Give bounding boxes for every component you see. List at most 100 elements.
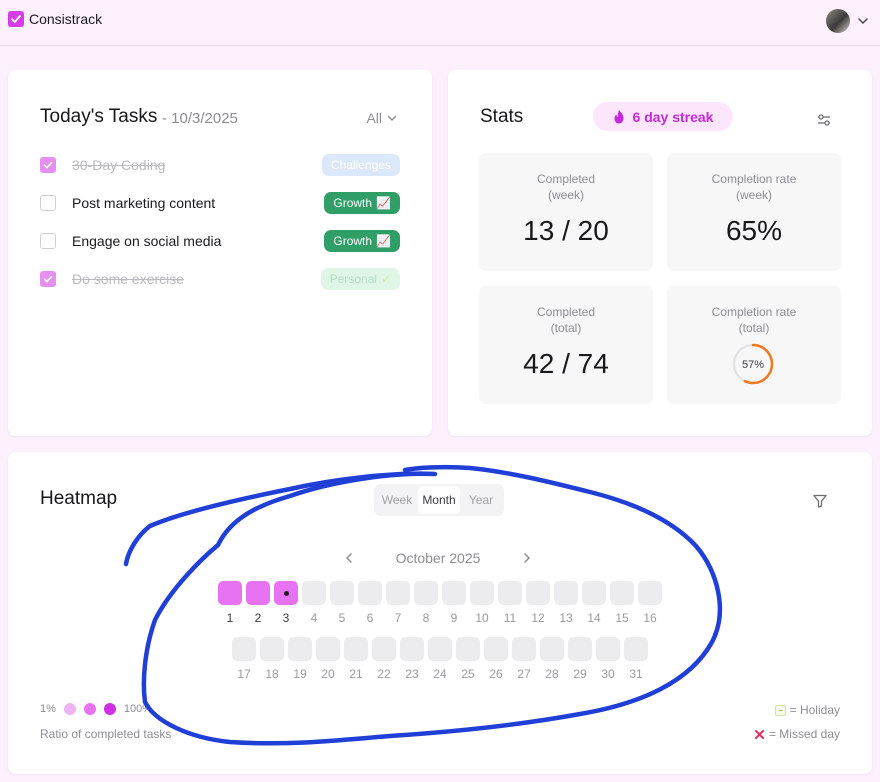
- sliders-icon[interactable]: [816, 112, 832, 128]
- day-cell[interactable]: [358, 581, 382, 605]
- day-cell[interactable]: [456, 637, 480, 661]
- task-label: 30-Day Coding: [72, 157, 166, 173]
- streak-badge: 6 day streak: [593, 102, 733, 131]
- day-cell[interactable]: [260, 637, 284, 661]
- day-cell[interactable]: [582, 581, 606, 605]
- day-cell[interactable]: [302, 581, 326, 605]
- day-cell[interactable]: [484, 637, 508, 661]
- day-cell[interactable]: [274, 581, 298, 605]
- task-checkbox[interactable]: [40, 233, 56, 249]
- task-label: Engage on social media: [72, 233, 222, 249]
- legend-min: 1%: [40, 703, 56, 715]
- chevron-down-icon: [387, 115, 397, 121]
- day-cell[interactable]: [218, 581, 242, 605]
- day-cell[interactable]: [246, 581, 270, 605]
- view-toggle: Week Month Year: [374, 484, 504, 516]
- day-cell[interactable]: [414, 581, 438, 605]
- stat-value: 13 / 20: [523, 215, 609, 246]
- task-tag: Growth 📈: [324, 192, 400, 214]
- day-number: 20: [321, 667, 335, 681]
- day-number: 8: [422, 611, 430, 625]
- holiday-icon: [774, 704, 786, 716]
- view-year-button[interactable]: Year: [460, 486, 502, 514]
- user-menu[interactable]: [826, 9, 870, 33]
- tasks-date: - 10/3/2025: [162, 110, 238, 127]
- stats-title: Stats: [480, 106, 524, 127]
- day-cell[interactable]: [512, 637, 536, 661]
- day-cell[interactable]: [554, 581, 578, 605]
- day-cell[interactable]: [526, 581, 550, 605]
- task-checkbox[interactable]: [40, 157, 56, 173]
- task-tag: Challenges: [321, 154, 400, 176]
- day-cell[interactable]: [428, 637, 452, 661]
- chart-emoji-icon: 📈: [376, 196, 391, 210]
- legend-dot-low: [63, 703, 76, 715]
- checkmark-logo-icon: [8, 11, 24, 27]
- day-cell[interactable]: [568, 637, 592, 661]
- stat-label: Completed (total): [536, 305, 596, 335]
- day-cell[interactable]: [442, 581, 466, 605]
- day-cell[interactable]: [288, 637, 312, 661]
- day-cell[interactable]: [610, 581, 634, 605]
- day-cell[interactable]: [470, 581, 494, 605]
- task-filter-dropdown[interactable]: All: [366, 110, 398, 126]
- stat-completed-week: Completed (week) 13 / 20: [479, 153, 653, 271]
- view-week-button[interactable]: Week: [376, 486, 418, 514]
- stats-card: Stats 6 day streak Completed (week) 13 / …: [448, 70, 872, 436]
- legend-ratio: 1% 100%: [40, 703, 152, 715]
- legend-dot-high: [103, 703, 116, 715]
- stat-completed-total: Completed (total) 42 / 74: [479, 286, 653, 404]
- day-cell[interactable]: [400, 637, 424, 661]
- day-number: 10: [475, 611, 489, 625]
- task-row[interactable]: 30-Day Coding Challenges: [40, 153, 400, 177]
- day-number: 18: [265, 667, 279, 681]
- day-number: 28: [545, 667, 559, 681]
- ring-label: 57%: [742, 359, 764, 371]
- day-number: 25: [461, 667, 475, 681]
- top-bar: Consistrack: [0, 0, 880, 46]
- avatar[interactable]: [826, 9, 850, 33]
- legend-dot-mid: [83, 703, 96, 715]
- day-cell[interactable]: [596, 637, 620, 661]
- chevron-left-icon[interactable]: [342, 551, 356, 565]
- day-number: 4: [310, 611, 318, 625]
- day-number: 7: [394, 611, 402, 625]
- day-cell[interactable]: [624, 637, 648, 661]
- filter-funnel-icon[interactable]: [812, 493, 828, 509]
- today-dot-icon: [283, 590, 289, 596]
- chevron-down-icon[interactable]: [856, 14, 870, 28]
- day-cell[interactable]: [386, 581, 410, 605]
- view-month-button[interactable]: Month: [418, 486, 460, 514]
- task-row[interactable]: Post marketing content Growth 📈: [40, 191, 400, 215]
- month-navigator: October 2025: [342, 548, 534, 568]
- streak-label: 6 day streak: [632, 108, 714, 125]
- day-cell[interactable]: [638, 581, 662, 605]
- day-cell[interactable]: [372, 637, 396, 661]
- day-number: 29: [573, 667, 587, 681]
- day-cell[interactable]: [316, 637, 340, 661]
- day-cell[interactable]: [498, 581, 522, 605]
- day-cell[interactable]: [540, 637, 564, 661]
- day-number: 5: [338, 611, 346, 625]
- task-row[interactable]: Engage on social media Growth 📈: [40, 229, 400, 253]
- day-cell[interactable]: [344, 637, 368, 661]
- filter-label: All: [366, 110, 382, 126]
- tasks-title: Today's Tasks: [40, 106, 158, 127]
- day-cell[interactable]: [330, 581, 354, 605]
- chevron-right-icon[interactable]: [520, 551, 534, 565]
- brand[interactable]: Consistrack: [8, 11, 102, 27]
- tasks-card: Today's Tasks - 10/3/2025 All 30-Day Cod…: [8, 70, 432, 436]
- legend-missed: = Missed day: [754, 727, 840, 741]
- task-checkbox[interactable]: [40, 195, 56, 211]
- legend-caption: Ratio of completed tasks: [40, 727, 172, 741]
- task-checkbox[interactable]: [40, 271, 56, 287]
- stat-label: Completion rate (week): [711, 172, 797, 202]
- day-cell[interactable]: [232, 637, 256, 661]
- stat-rate-total: Completion rate (total) 57%: [667, 286, 841, 404]
- day-number: 6: [366, 611, 374, 625]
- stat-value: 65%: [725, 215, 783, 246]
- task-row[interactable]: Do some exercise Personal ✓: [40, 267, 400, 291]
- heatmap-title: Heatmap: [40, 488, 118, 509]
- check-emoji-icon: ✓: [380, 272, 391, 286]
- day-number: 17: [237, 667, 251, 681]
